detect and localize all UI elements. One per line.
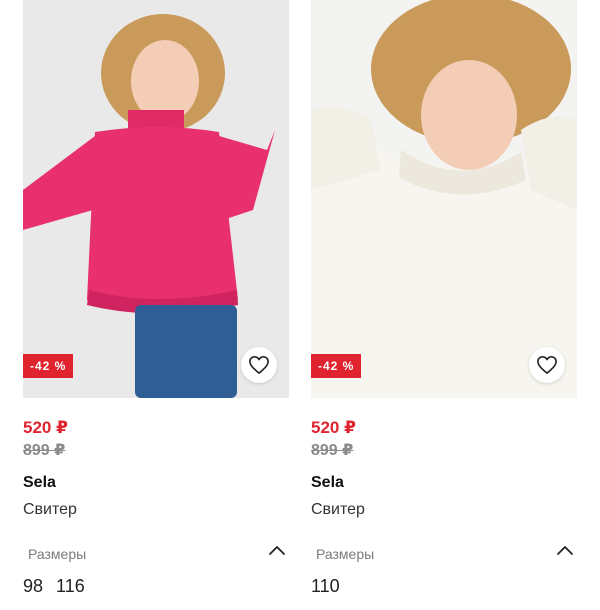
product-type[interactable]: Свитер <box>23 501 77 519</box>
jeans <box>135 305 237 398</box>
product-image[interactable]: -42 % <box>311 0 577 398</box>
pink-sweater <box>23 110 275 314</box>
product-type[interactable]: Свитер <box>311 501 365 519</box>
size-option[interactable]: 98 <box>23 576 43 597</box>
sizes-list: 110 <box>311 576 340 597</box>
chevron-up-icon[interactable] <box>555 542 575 558</box>
discount-badge: -42 % <box>311 354 362 378</box>
heart-icon <box>249 356 269 374</box>
old-price: 899 ₽ <box>23 442 66 459</box>
size-option[interactable]: 110 <box>311 576 340 597</box>
heart-icon <box>537 356 557 374</box>
sizes-label: Размеры <box>316 546 375 562</box>
favorite-button[interactable] <box>241 347 277 383</box>
size-option[interactable]: 116 <box>56 576 85 597</box>
old-price: 899 ₽ <box>311 442 354 459</box>
product-card[interactable]: -42 % 520 ₽ 899 ₽ Sela Свитер Размеры 98… <box>23 0 289 610</box>
sale-price: 520 ₽ <box>23 418 68 437</box>
sizes-label: Размеры <box>28 546 87 562</box>
chevron-up-icon[interactable] <box>267 542 287 558</box>
product-image[interactable]: -42 % <box>23 0 289 398</box>
product-card[interactable]: -42 % 520 ₽ 899 ₽ Sela Свитер Размеры 11… <box>311 0 577 610</box>
brand-name[interactable]: Sela <box>23 474 56 492</box>
discount-badge: -42 % <box>23 354 74 378</box>
sale-price: 520 ₽ <box>311 418 356 437</box>
sizes-list: 98 116 <box>23 576 85 597</box>
brand-name[interactable]: Sela <box>311 474 344 492</box>
favorite-button[interactable] <box>529 347 565 383</box>
